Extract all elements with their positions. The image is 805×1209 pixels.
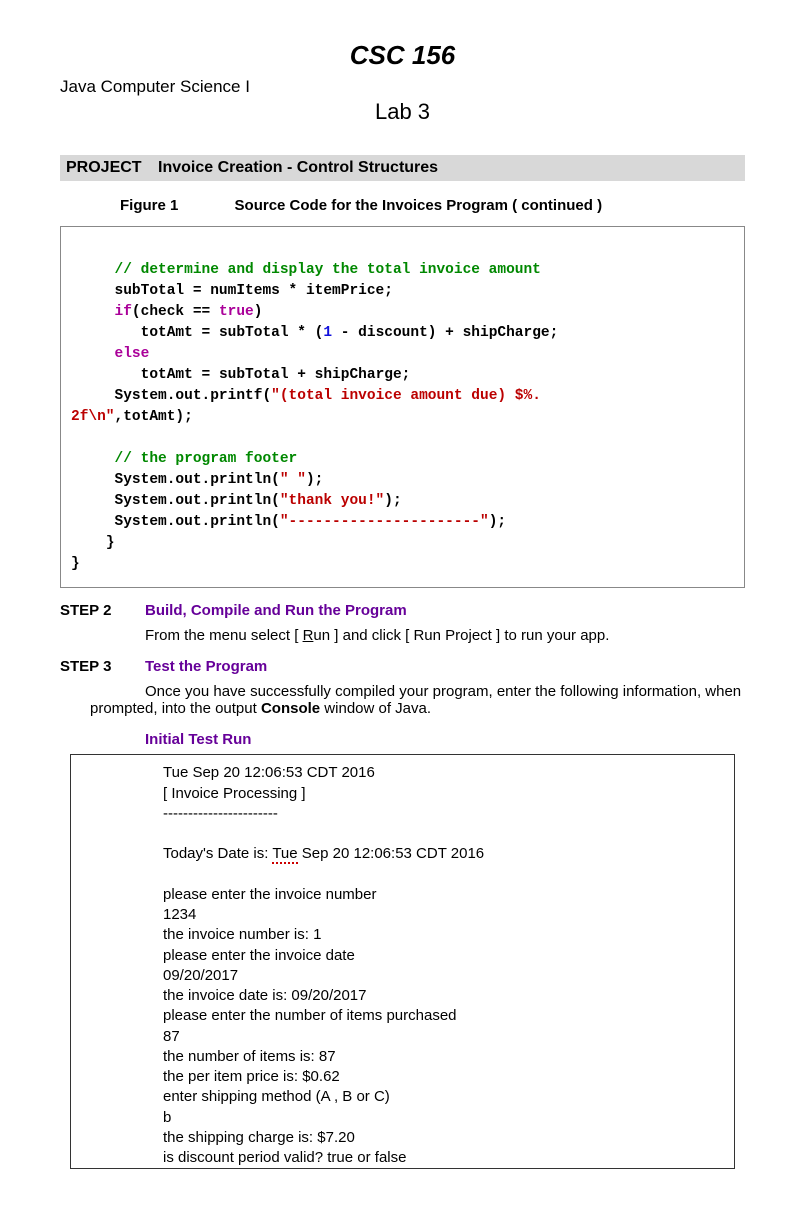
output-content: Tue Sep 20 12:06:53 CDT 2016 [ Invoice P… xyxy=(163,763,724,1168)
figure-label: Figure 1 xyxy=(120,197,178,214)
code-string: " " xyxy=(280,472,306,488)
output-line: 1234 xyxy=(163,905,724,925)
output-line: 09/20/2017 xyxy=(163,966,724,986)
output-line: 87 xyxy=(163,1027,724,1047)
step3-text-b: window of Java. xyxy=(320,700,431,717)
code-text: - discount) + shipCharge; xyxy=(332,325,558,341)
code-text: System.out.println( xyxy=(71,472,280,488)
code-text: (check == xyxy=(132,304,219,320)
output-line: b xyxy=(163,1108,724,1128)
figure-caption: Figure 1 Source Code for the Invoices Pr… xyxy=(120,197,745,214)
code-comment: // determine and display the total invoi… xyxy=(115,262,541,278)
output-tue-underline: Tue xyxy=(272,845,297,864)
code-line: subTotal = numItems * itemPrice; xyxy=(71,283,393,299)
code-text: ) xyxy=(254,304,263,320)
code-number: 1 xyxy=(323,325,332,341)
code-comment: // the program footer xyxy=(115,451,298,467)
output-line: Tue Sep 20 12:06:53 CDT 2016 xyxy=(163,763,724,783)
code-keyword-true: true xyxy=(219,304,254,320)
step2-text: From the menu select [ xyxy=(145,627,303,644)
code-text: ); xyxy=(384,493,401,509)
code-text: } xyxy=(71,556,80,572)
output-line: [ Invoice Processing ] xyxy=(163,784,724,804)
output-line: is discount period valid? true or false xyxy=(163,1148,724,1168)
code-text: ); xyxy=(489,514,506,530)
output-line: ----------------------- xyxy=(163,804,724,824)
code-keyword-if: if xyxy=(115,304,132,320)
project-bar: PROJECT Invoice Creation - Control Struc… xyxy=(60,155,745,181)
output-line: the number of items is: 87 xyxy=(163,1047,724,1067)
output-box: Tue Sep 20 12:06:53 CDT 2016 [ Invoice P… xyxy=(70,754,735,1169)
step2-label: STEP 2 xyxy=(60,602,145,619)
output-line: the shipping charge is: $7.20 xyxy=(163,1128,724,1148)
step2-run-text: un xyxy=(313,627,330,644)
figure-text: Source Code for the Invoices Program ( c… xyxy=(235,197,603,214)
step2-title: Build, Compile and Run the Program xyxy=(145,602,407,619)
code-listing: // determine and display the total invoi… xyxy=(60,226,745,588)
code-keyword-else: else xyxy=(115,346,150,362)
step3-label: STEP 3 xyxy=(60,658,145,675)
course-code: CSC 156 xyxy=(60,40,745,71)
project-label: PROJECT xyxy=(66,159,142,176)
output-line: Today's Date is: Tue Sep 20 12:06:53 CDT… xyxy=(163,844,724,864)
code-string: "thank you!" xyxy=(280,493,384,509)
code-text: ,totAmt); xyxy=(115,409,193,425)
code-string: "(total invoice amount due) $%. xyxy=(271,388,541,404)
output-line: please enter the number of items purchas… xyxy=(163,1006,724,1026)
code-text: System.out.println( xyxy=(71,514,280,530)
step3-body: Once you have successfully compiled your… xyxy=(90,683,745,717)
course-name: Java Computer Science I xyxy=(60,77,745,97)
output-line: the invoice date is: 09/20/2017 xyxy=(163,986,724,1006)
code-text: System.out.printf( xyxy=(71,388,271,404)
step2-text-b: ] and click [ Run Project ] to run your … xyxy=(330,627,609,644)
code-text: System.out.println( xyxy=(71,493,280,509)
output-line: enter shipping method (A , B or C) xyxy=(163,1087,724,1107)
output-line: the invoice number is: 1 xyxy=(163,925,724,945)
code-text: } xyxy=(71,535,115,551)
step2-row: STEP 2 Build, Compile and Run the Progra… xyxy=(60,602,745,619)
output-text: Sep 20 12:06:53 CDT 2016 xyxy=(298,845,485,862)
step2-run-underline: R xyxy=(303,627,314,644)
output-text: Today's Date is: xyxy=(163,845,272,862)
output-line: the per item price is: $0.62 xyxy=(163,1067,724,1087)
step3-console-bold: Console xyxy=(261,700,320,717)
step2-body: From the menu select [ Run ] and click [… xyxy=(145,627,745,644)
output-line: please enter the invoice date xyxy=(163,946,724,966)
code-text: ); xyxy=(306,472,323,488)
initial-test-title: Initial Test Run xyxy=(145,731,745,748)
output-line: please enter the invoice number xyxy=(163,885,724,905)
lab-title: Lab 3 xyxy=(60,99,745,125)
code-string: 2f\n" xyxy=(71,409,115,425)
step3-row: STEP 3 Test the Program xyxy=(60,658,745,675)
code-text: totAmt = subTotal + shipCharge; xyxy=(71,367,410,383)
step3-title: Test the Program xyxy=(145,658,267,675)
code-text: totAmt = subTotal * ( xyxy=(71,325,323,341)
code-string: "----------------------" xyxy=(280,514,489,530)
project-title: Invoice Creation - Control Structures xyxy=(158,159,438,176)
